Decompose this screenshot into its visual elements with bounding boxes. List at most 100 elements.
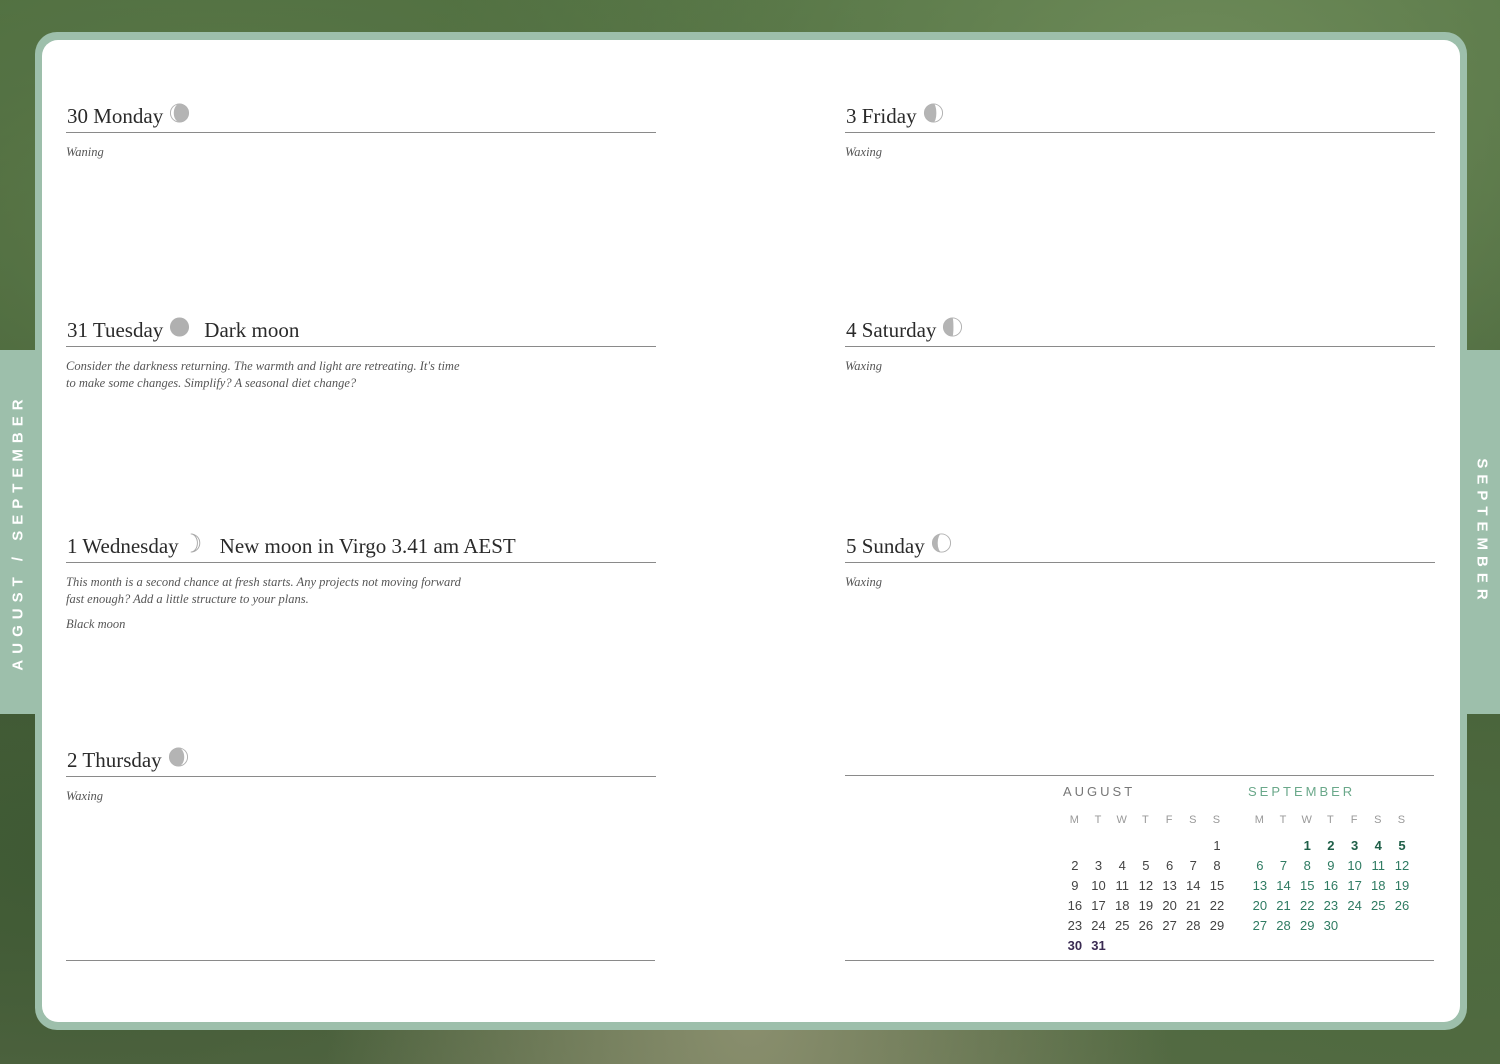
calendar-day: 6: [1256, 858, 1264, 873]
calendar-day: 30: [1323, 918, 1339, 933]
calendar-day: 9: [1071, 878, 1079, 893]
day-title: 31 Tuesday Dark moon: [67, 316, 299, 343]
day-label: 30 Monday: [67, 104, 164, 128]
calendar-day: 12: [1394, 858, 1410, 873]
mini-calendar-grid: M T W T F S S 1 2 3 4 5 6 7 8 9 10 11 12 13 14 15 16 17 18 19 20 21…: [1248, 812, 1414, 934]
waxing-moon-icon: [168, 747, 188, 767]
calendar-day: 1: [1303, 838, 1311, 853]
weekday-header: T: [1327, 814, 1335, 826]
day-entry-2-thursday: 2 Thursday Waxing: [66, 736, 656, 886]
day-title: 5 Sunday: [846, 532, 952, 559]
waxing-moon-icon: [923, 103, 943, 123]
calendar-day: 11: [1371, 858, 1386, 873]
calendar-day: 8: [1303, 858, 1311, 873]
day-notes: Waxing: [845, 358, 1245, 383]
calendar-day: 11: [1115, 878, 1129, 893]
day-notes: Waxing: [845, 144, 1245, 169]
calendar-day: 20: [1252, 898, 1268, 913]
calendar-day: 16: [1323, 878, 1339, 893]
calendar-day: 29: [1209, 918, 1225, 933]
day-title: 30 Monday: [67, 102, 190, 129]
empty-cell: [1110, 837, 1134, 854]
calendar-day: 17: [1347, 878, 1362, 893]
side-tab-left-label: AUGUST / SEPTEMBER: [9, 393, 27, 671]
side-tab-right-label: SEPTEMBER: [1473, 458, 1491, 606]
mini-calendar-title: AUGUST: [1063, 784, 1136, 799]
empty-cell: [1087, 837, 1111, 854]
weekday-header: M: [1254, 814, 1265, 826]
calendar-day: 21: [1276, 898, 1291, 913]
day-label: 1 Wednesday: [67, 534, 179, 558]
calendar-day: 28: [1276, 918, 1291, 933]
waxing-moon-icon: [943, 317, 963, 337]
calendar-day: 7: [1279, 858, 1288, 873]
day-label: 31 Tuesday: [67, 318, 164, 342]
calendar-day: 8: [1213, 858, 1221, 873]
calendar-day: 4: [1118, 858, 1126, 873]
day-label: 4 Saturday: [846, 318, 937, 342]
calendar-day: 28: [1186, 918, 1201, 933]
weekday-header: F: [1350, 814, 1359, 826]
calendar-day: 25: [1371, 898, 1386, 913]
day-header: 2 Thursday: [66, 736, 656, 777]
empty-cell: [1158, 837, 1182, 854]
note-text: Black moon: [66, 617, 126, 631]
day-notes: Waning: [66, 144, 466, 169]
mini-calendar-grid: M T W T F S S 1 2 3 4 5 6 7 8 9 10 11 12 13 14 15 16 17 18 19 20 21…: [1063, 812, 1229, 954]
calendar-day: 6: [1165, 858, 1174, 873]
calendar-day: 9: [1327, 858, 1335, 873]
calendar-day: 15: [1209, 878, 1225, 893]
day-header: 3 Friday: [845, 92, 1435, 133]
day-label: 2 Thursday: [67, 748, 162, 772]
calendar-day: 19: [1394, 878, 1410, 893]
weekday-header: S: [1189, 814, 1198, 826]
weekday-header: T: [1279, 814, 1288, 826]
day-entry-3-friday: 3 Friday Waxing: [845, 92, 1435, 242]
calendar-day: 12: [1138, 878, 1154, 893]
day-header: 4 Saturday: [845, 306, 1435, 347]
note-text: Waxing: [845, 145, 883, 159]
mini-calendar-september: SEPTEMBER M T W T F S S 1 2 3 4 5 6 7 8 9 10 11 12 13 14 15 16…: [1248, 784, 1414, 934]
waxing-moon-icon: [931, 533, 951, 553]
weekday-header: S: [1397, 814, 1407, 826]
day-notes: This month is a second chance at fresh s…: [66, 574, 466, 641]
calendar-day: 26: [1138, 918, 1154, 933]
day-event: New moon in Virgo 3.41 am AEST: [219, 534, 516, 558]
calendar-day: 29: [1299, 918, 1315, 933]
calendar-day: 13: [1252, 878, 1268, 893]
empty-cell: [1063, 837, 1087, 854]
note-text: Consider the darkness returning. The war…: [66, 359, 460, 390]
calendar-day: 31: [1091, 938, 1106, 953]
weekday-header: T: [1142, 814, 1150, 826]
weekday-header: S: [1212, 814, 1222, 826]
day-entry-31-tuesday: 31 Tuesday Dark moon Consider the darknes…: [66, 306, 656, 456]
calendar-day: 1: [1213, 838, 1221, 853]
day-entry-1-wednesday: 1 Wednesday New moon in Virgo 3.41 am AES…: [66, 522, 656, 672]
note-text: Waxing: [66, 789, 104, 803]
day-entry-4-saturday: 4 Saturday Waxing: [845, 306, 1435, 456]
weekday-header: W: [1116, 814, 1128, 826]
day-label: 3 Friday: [846, 104, 917, 128]
day-entry-30-monday: 30 Monday Waning: [66, 92, 656, 242]
calendar-day: 13: [1162, 878, 1177, 893]
calendar-top-rule: [845, 775, 1434, 776]
calendar-day: 10: [1091, 878, 1106, 893]
mini-calendar-august: AUGUST M T W T F S S 1 2 3 4 5 6 7 8 9 10 11 12 13 14 15 16 17 1…: [1063, 784, 1229, 954]
day-header: 5 Sunday: [845, 522, 1435, 563]
day-notes: Consider the darkness returning. The war…: [66, 358, 466, 400]
calendar-day: 27: [1162, 918, 1177, 933]
note-text: Waxing: [845, 359, 883, 373]
calendar-day: 24: [1347, 898, 1362, 913]
calendar-day: 22: [1209, 898, 1225, 913]
calendar-day: 23: [1323, 898, 1339, 913]
weekday-header: T: [1094, 814, 1103, 826]
calendar-day: 22: [1299, 898, 1315, 913]
calendar-day: 20: [1162, 898, 1177, 913]
mini-calendar-title: SEPTEMBER: [1248, 784, 1356, 799]
day-title: 3 Friday: [846, 102, 944, 129]
calendar-day: 16: [1067, 898, 1083, 913]
bottom-rule-left: [66, 960, 655, 961]
calendar-day: 30: [1067, 938, 1083, 953]
day-entry-5-sunday: 5 Sunday Waxing: [845, 522, 1435, 672]
weekday-header: M: [1069, 814, 1080, 826]
